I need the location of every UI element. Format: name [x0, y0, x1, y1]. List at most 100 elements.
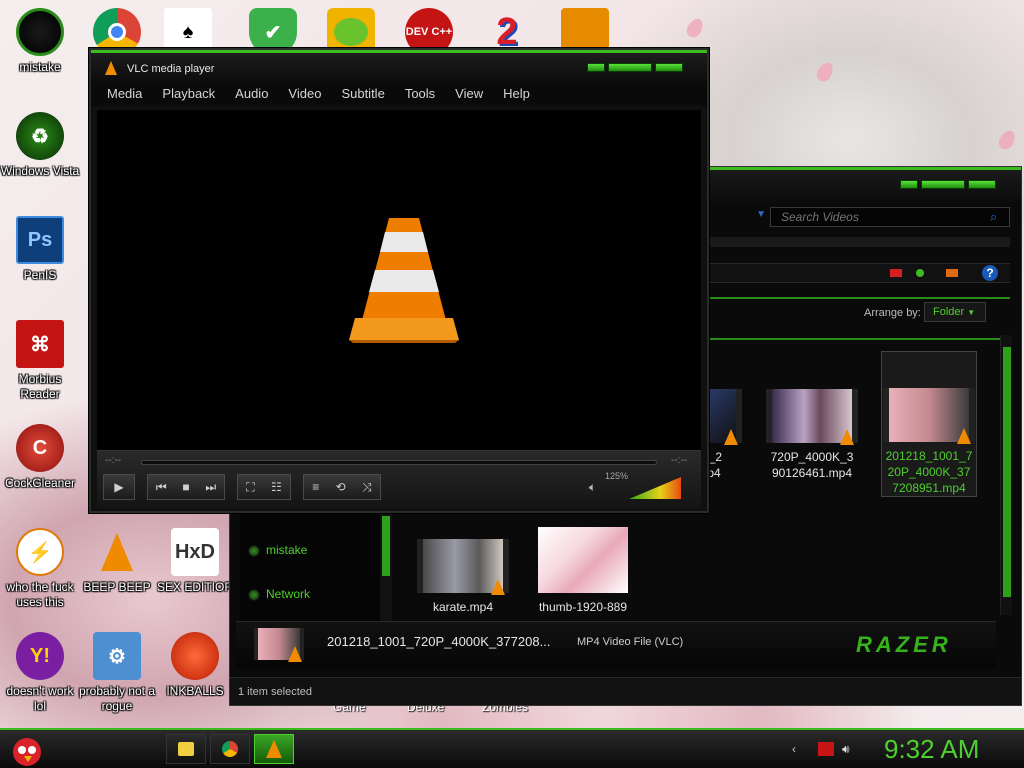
nav-label: Network — [266, 587, 311, 601]
close-button[interactable] — [655, 63, 683, 72]
desktop-icon-inkballs[interactable]: INKBALLS — [155, 632, 235, 699]
arrange-dropdown[interactable]: Folder ▼ — [924, 302, 986, 322]
desktop-icon-morbius-reader[interactable]: ⌘ Morbius Reader — [0, 320, 80, 402]
razer-logo: RAZER — [856, 632, 952, 657]
desktop-icon-windows-vista[interactable]: ♻ Windows Vista — [0, 112, 80, 179]
tray-flag-icon[interactable] — [818, 742, 834, 756]
minimize-button[interactable] — [587, 63, 605, 72]
video-area[interactable] — [97, 110, 701, 450]
menu-audio[interactable]: Audio — [225, 82, 278, 106]
taskbar: ‹ 🔊︎ 9:32 AM — [0, 728, 1024, 768]
search-input[interactable] — [770, 207, 1010, 227]
file-tile[interactable]: karate.mp4 — [415, 539, 511, 615]
maximize-button[interactable] — [921, 180, 965, 189]
menu-media[interactable]: Media — [97, 82, 152, 106]
taskbar-clock[interactable]: 9:32 AM — [884, 734, 979, 765]
taskbar-explorer[interactable] — [166, 734, 206, 764]
volume-slider[interactable] — [629, 477, 681, 499]
address-dropdown[interactable]: ▼ — [710, 207, 770, 227]
minimize-button[interactable] — [900, 180, 918, 189]
menu-playback[interactable]: Playback — [152, 82, 225, 106]
vlc-cone-icon — [93, 528, 141, 576]
chevron-down-icon: ▼ — [967, 308, 976, 317]
nav-item-mistake[interactable]: mistake — [248, 543, 307, 557]
file-name: 720P_4000K_3 90126461.mp4 — [770, 450, 854, 480]
angry-bird-icon — [13, 738, 41, 766]
scrollbar-thumb[interactable] — [1003, 347, 1011, 597]
divider — [710, 338, 1010, 340]
vlc-cone-icon — [840, 429, 854, 445]
red-tag-icon[interactable] — [890, 269, 902, 277]
details-file-type: MP4 Video File (VLC) — [577, 636, 684, 648]
file-thumbnail — [766, 389, 858, 445]
menu-help[interactable]: Help — [493, 82, 540, 106]
desktop-icon-label: BEEP BEEP — [83, 580, 151, 594]
desktop-icon-beep-beep[interactable]: BEEP BEEP — [77, 528, 157, 595]
start-button[interactable] — [6, 732, 48, 768]
previous-button[interactable]: ⏮ — [156, 480, 167, 495]
speaker-icon[interactable]: 🔈︎ — [589, 480, 596, 495]
file-tile-selected[interactable]: 201218_1001_7 20P_4000K_37 7208951.mp4 — [881, 351, 977, 497]
fullscreen-button[interactable]: ⛶ — [246, 480, 254, 495]
close-button[interactable] — [968, 180, 996, 189]
scrollbar-thumb[interactable] — [382, 516, 390, 576]
nav-item-network[interactable]: Network — [248, 587, 310, 601]
extended-settings-button[interactable]: ☷ — [271, 480, 282, 494]
menu-view[interactable]: View — [445, 82, 493, 106]
desktop-icon-cockgleaner[interactable]: C CockGleaner — [0, 424, 80, 491]
arrange-value: Folder — [933, 306, 965, 318]
vlc-cone-icon — [724, 429, 738, 445]
nav-scrollbar[interactable] — [380, 512, 392, 622]
window-title: VLC media player — [127, 63, 215, 75]
vlc-titlebar[interactable]: VLC media player — [91, 50, 707, 82]
play-button[interactable]: ▶ — [103, 474, 135, 500]
vlc-cone-icon — [957, 428, 971, 444]
shuffle-button[interactable]: ⤨ — [362, 480, 372, 495]
loop-button[interactable]: ⟲ — [336, 480, 346, 494]
seek-bar[interactable] — [141, 460, 657, 465]
desktop-icon-label: CockGleaner — [4, 476, 76, 490]
tray-volume-icon[interactable]: 🔊︎ — [842, 742, 858, 756]
elapsed-time: --:-- — [105, 455, 122, 466]
taskbar-vlc[interactable] — [254, 734, 294, 764]
desktop-icon-label: probably not a rogue — [78, 684, 156, 713]
help-icon[interactable]: ? — [982, 265, 998, 281]
status-text: 1 item selected — [238, 686, 312, 698]
desktop-icon-sex-editior[interactable]: HxD SEX EDITIOR — [155, 528, 235, 595]
file-tile[interactable]: 720P_4000K_3 90126461.mp4 — [764, 389, 860, 481]
vlc-cone-icon — [105, 61, 117, 75]
content-scrollbar[interactable] — [1000, 335, 1012, 615]
vlc-cone-logo-icon — [349, 218, 459, 343]
desktop-icon-label: who the fuck uses this — [6, 580, 74, 609]
inkball-icon — [171, 632, 219, 680]
orange-tag-icon[interactable] — [946, 269, 958, 277]
details-pane: 201218_1001_720P_4000K_377208... MP4 Vid… — [236, 621, 996, 667]
green-dot-icon[interactable] — [916, 269, 924, 277]
desktop-icon-probably-not-rogue[interactable]: ⚙ probably not a rogue — [77, 632, 157, 714]
next-button[interactable]: ⏭ — [205, 480, 216, 495]
petal-decoration — [813, 59, 837, 85]
tray-arrow-icon[interactable]: ‹ — [792, 742, 808, 756]
image-thumbnail — [538, 527, 628, 593]
gears-icon: ⚙ — [93, 632, 141, 680]
menu-video[interactable]: Video — [278, 82, 331, 106]
desktop-icon-who-uses-this[interactable]: ⚡ who the fuck uses this — [0, 528, 80, 610]
chevron-down-icon: ▼ — [756, 209, 766, 220]
command-bar — [710, 263, 1010, 283]
vlc-cone-icon — [288, 646, 302, 662]
taskbar-chrome[interactable] — [210, 734, 250, 764]
maximize-button[interactable] — [608, 63, 652, 72]
yahoo-messenger-icon: Y! — [16, 632, 64, 680]
file-name: karate.mp4 — [432, 600, 494, 614]
menu-tools[interactable]: Tools — [395, 82, 445, 106]
playlist-button[interactable]: ≡ — [312, 480, 319, 494]
stop-button[interactable]: ■ — [182, 480, 189, 494]
search-icon[interactable]: ⌕ — [990, 209, 997, 225]
desktop-icon-label: Windows Vista — [0, 164, 80, 178]
desktop-icon-penis[interactable]: Ps PenIS — [0, 216, 80, 283]
menu-subtitle[interactable]: Subtitle — [331, 82, 394, 106]
desktop-icon-doesnt-work[interactable]: Y! doesn't work lol — [0, 632, 80, 714]
details-thumbnail — [254, 628, 304, 662]
file-tile[interactable]: thumb-1920-889 928.png — [531, 527, 635, 617]
desktop-icon-mistake[interactable]: mistake — [0, 8, 80, 75]
